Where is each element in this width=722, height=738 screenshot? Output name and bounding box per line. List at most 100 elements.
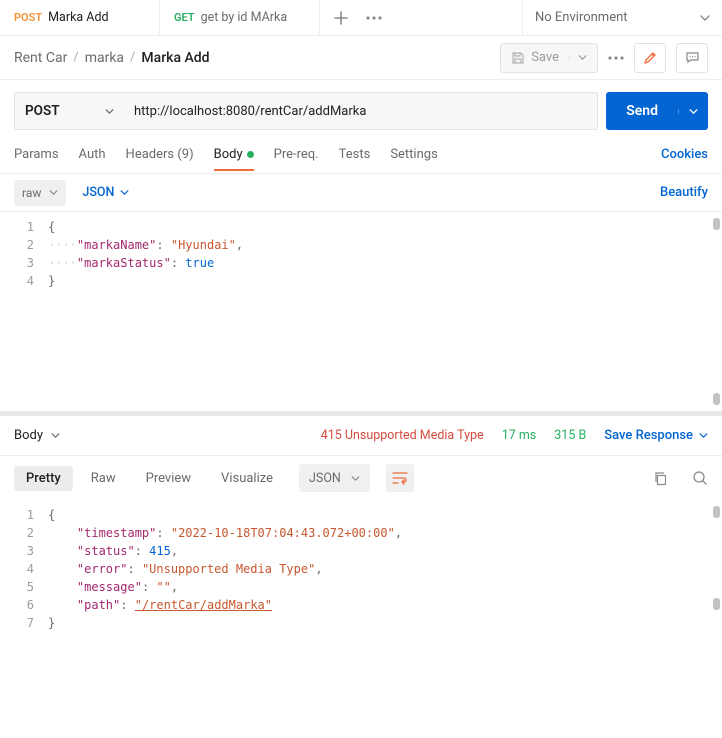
- chevron-down-icon: [578, 55, 587, 60]
- save-button[interactable]: Save: [500, 43, 598, 73]
- copy-icon: [653, 471, 668, 486]
- response-body-viewer[interactable]: 1{ 2 "timestamp": "2022-10-18T07:04:43.0…: [0, 500, 722, 700]
- tab-prereq[interactable]: Pre-req.: [274, 139, 319, 170]
- unsaved-dot-icon: [247, 151, 254, 158]
- comment-button[interactable]: [676, 43, 708, 73]
- response-lang-value: JSON: [309, 471, 341, 486]
- tab-settings[interactable]: Settings: [390, 139, 437, 170]
- line-number: 6: [0, 596, 48, 614]
- tab-get-by-id-marka[interactable]: GET get by id MArka: [160, 0, 320, 35]
- breadcrumb-sep: /: [73, 50, 78, 65]
- body-type-value: raw: [22, 186, 41, 200]
- chevron-down-icon: [689, 109, 698, 114]
- copy-button[interactable]: [653, 470, 668, 486]
- request-body-editor[interactable]: 1{ 2····"markaName": "Hyundai", 3····"ma…: [0, 212, 722, 416]
- comment-icon: [685, 50, 700, 65]
- request-url-row: POST Send: [0, 80, 722, 136]
- tab-tests[interactable]: Tests: [339, 139, 371, 170]
- response-status: 415 Unsupported Media Type: [321, 428, 484, 443]
- tab-params[interactable]: Params: [14, 139, 59, 170]
- tab-body-label: Body: [214, 147, 243, 162]
- response-time: 17 ms: [502, 428, 537, 443]
- pencil-icon: [643, 50, 658, 65]
- search-icon: [692, 470, 708, 486]
- line-number: 5: [0, 578, 48, 596]
- response-view-tabs: Pretty Raw Preview Visualize JSON: [0, 456, 722, 500]
- save-icon: [511, 51, 525, 65]
- chevron-down-icon: [699, 433, 708, 438]
- response-lang-select[interactable]: JSON: [299, 464, 370, 492]
- breadcrumb-marka[interactable]: marka: [85, 50, 124, 66]
- resp-tab-visualize[interactable]: Visualize: [209, 466, 285, 491]
- tabs-actions: [320, 0, 396, 35]
- line-number: 1: [0, 218, 48, 236]
- url-input-group: POST: [14, 92, 598, 130]
- url-input[interactable]: [124, 92, 598, 130]
- response-size: 315 B: [554, 428, 586, 443]
- tab-title: get by id MArka: [201, 10, 288, 25]
- line-number: 7: [0, 614, 48, 632]
- header-row: Rent Car / marka / Marka Add Save: [0, 36, 722, 80]
- scrollbar-thumb[interactable]: [713, 393, 720, 405]
- header-overflow-icon[interactable]: [608, 56, 624, 60]
- line-number: 3: [0, 254, 48, 272]
- environment-label: No Environment: [535, 10, 628, 25]
- method-value: POST: [25, 103, 60, 119]
- tab-auth[interactable]: Auth: [79, 139, 106, 170]
- tab-method-badge: GET: [174, 11, 195, 24]
- tab-method-badge: POST: [14, 11, 42, 24]
- environment-select[interactable]: No Environment: [522, 0, 722, 35]
- body-options-bar: raw JSON Beautify: [0, 174, 722, 212]
- save-response-label: Save Response: [604, 428, 693, 443]
- response-action-icons: [653, 470, 708, 486]
- tab-body[interactable]: Body: [214, 139, 254, 170]
- beautify-link[interactable]: Beautify: [660, 185, 708, 200]
- new-tab-icon[interactable]: [334, 11, 348, 25]
- resp-tab-preview[interactable]: Preview: [134, 466, 203, 491]
- save-dropdown[interactable]: [569, 55, 587, 60]
- line-number: 4: [0, 560, 48, 578]
- chevron-down-icon: [351, 476, 360, 481]
- tab-overflow-icon[interactable]: [366, 16, 382, 20]
- chevron-down-icon: [700, 15, 710, 21]
- tab-headers[interactable]: Headers (9): [126, 139, 194, 170]
- chevron-down-icon: [105, 109, 114, 114]
- edit-button[interactable]: [634, 43, 666, 73]
- tab-title: Marka Add: [48, 10, 108, 25]
- cookies-link[interactable]: Cookies: [661, 147, 708, 162]
- breadcrumb-current: Marka Add: [141, 50, 209, 66]
- body-type-select[interactable]: raw: [14, 180, 66, 206]
- resp-tab-raw[interactable]: Raw: [79, 466, 128, 491]
- resp-tab-pretty[interactable]: Pretty: [14, 466, 73, 491]
- scrollbar-thumb[interactable]: [713, 598, 720, 610]
- open-tabs-bar: POST Marka Add GET get by id MArka No En…: [0, 0, 722, 36]
- send-button[interactable]: Send: [606, 92, 708, 130]
- send-label: Send: [606, 103, 678, 119]
- line-number: 3: [0, 542, 48, 560]
- send-dropdown[interactable]: [678, 109, 708, 114]
- request-tabs: Params Auth Headers (9) Body Pre-req. Te…: [0, 136, 722, 174]
- chevron-down-icon: [49, 190, 58, 195]
- line-number: 2: [0, 236, 48, 254]
- scrollbar-thumb[interactable]: [713, 506, 720, 518]
- method-select[interactable]: POST: [14, 92, 124, 130]
- save-response-link[interactable]: Save Response: [604, 428, 708, 443]
- line-number: 1: [0, 506, 48, 524]
- breadcrumb-sep: /: [130, 50, 135, 65]
- scrollbar-thumb[interactable]: [713, 218, 720, 230]
- line-number: 4: [0, 272, 48, 290]
- search-button[interactable]: [692, 470, 708, 486]
- body-lang-select[interactable]: JSON: [82, 185, 129, 200]
- response-section-label[interactable]: Body: [14, 428, 43, 443]
- breadcrumb-rentcar[interactable]: Rent Car: [14, 50, 67, 66]
- chevron-down-icon[interactable]: [51, 433, 60, 438]
- chevron-down-icon: [120, 190, 129, 195]
- save-label: Save: [531, 50, 559, 65]
- response-header: Body 415 Unsupported Media Type 17 ms 31…: [0, 416, 722, 456]
- body-lang-value: JSON: [82, 185, 114, 200]
- wrap-lines-icon: [392, 471, 408, 485]
- save-controls: Save: [500, 43, 708, 73]
- wrap-lines-button[interactable]: [386, 464, 414, 492]
- tab-marka-add[interactable]: POST Marka Add: [0, 0, 160, 35]
- line-number: 2: [0, 524, 48, 542]
